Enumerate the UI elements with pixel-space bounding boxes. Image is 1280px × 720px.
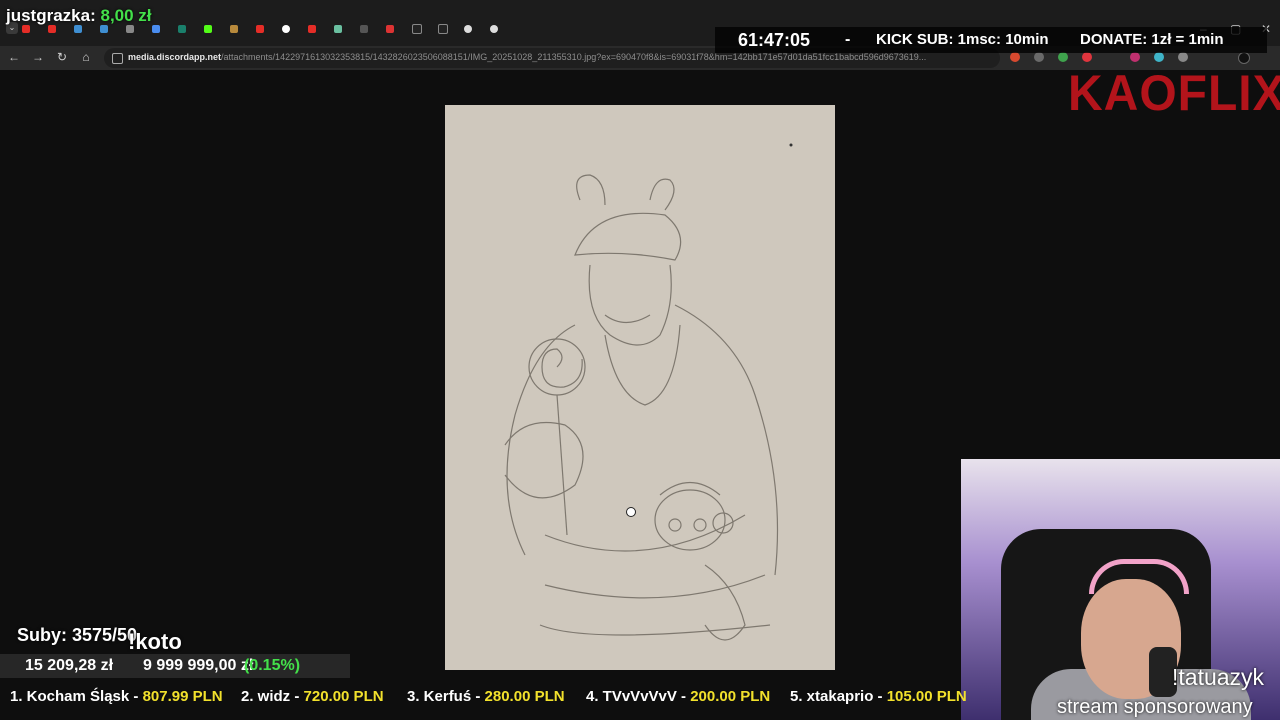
goal-target: 9 999 999,00 zł	[143, 657, 254, 674]
top-donors-ticker: 1. Kocham Śląsk - 807.99 PLN 2. widz - 7…	[0, 688, 990, 710]
ticker-value: 105.00 PLN	[886, 688, 967, 705]
goal-current: 15 209,28 zł	[25, 657, 114, 674]
tab[interactable]	[438, 22, 459, 36]
reload-icon[interactable]: ↻	[54, 50, 70, 64]
donor-name: justgrazka:	[6, 6, 96, 25]
ticker-value: 720.00 PLN	[303, 688, 384, 705]
ticker-item: 5. xtakaprio - 105.00 PLN	[790, 688, 967, 705]
extension-icon[interactable]	[1082, 52, 1092, 62]
donate-rule: DONATE: 1zł = 1min	[1080, 31, 1224, 48]
tab[interactable]	[282, 22, 303, 36]
donor-amount: 8,00 zł	[100, 6, 152, 25]
viewed-image[interactable]	[445, 105, 835, 670]
subathon-timer: 61:47:05	[738, 30, 811, 50]
tab[interactable]	[464, 22, 485, 36]
ticker-label: 2. widz -	[241, 688, 304, 705]
profile-avatar[interactable]	[1238, 52, 1250, 64]
site-info-icon[interactable]	[112, 53, 123, 64]
ticker-item: 3. Kerfuś - 280.00 PLN	[407, 688, 565, 705]
goal-percent: (0.15%)	[244, 657, 301, 674]
home-icon[interactable]: ⌂	[78, 50, 94, 64]
ticker-value: 807.99 PLN	[142, 688, 223, 705]
command-koto: !koto	[128, 629, 182, 654]
tab[interactable]	[386, 22, 407, 36]
tab[interactable]	[412, 22, 433, 36]
sponsored-label: stream sponsorowany	[1057, 696, 1253, 718]
tab[interactable]	[308, 22, 329, 36]
tab[interactable]	[360, 22, 381, 36]
extension-icon[interactable]	[1058, 52, 1068, 62]
tab[interactable]	[334, 22, 355, 36]
ticker-label: 3. Kerfuś -	[407, 688, 485, 705]
kick-sub-rule: KICK SUB: 1msc: 10min	[876, 31, 1049, 48]
forward-icon[interactable]: →	[30, 50, 46, 64]
ticker-label: 5. xtakaprio -	[790, 688, 887, 705]
tab[interactable]	[178, 22, 199, 36]
extension-icon[interactable]	[1034, 52, 1044, 62]
url-domain: media.discordapp.net	[128, 52, 222, 62]
ticker-value: 200.00 PLN	[690, 688, 771, 705]
ticker-item: 4. TVvVvVvV - 200.00 PLN	[586, 688, 770, 705]
tab[interactable]	[490, 22, 511, 36]
ticker-item: 2. widz - 720.00 PLN	[241, 688, 384, 705]
url-text: media.discordapp.net/attachments/1422971…	[128, 52, 926, 62]
ticker-label: 1. Kocham Śląsk -	[10, 688, 143, 705]
command-tatuazyk: !tatuazyk	[1172, 664, 1265, 690]
last-donor: justgrazka: 8,00 zł	[6, 6, 152, 26]
ticker-item: 1. Kocham Śląsk - 807.99 PLN	[10, 688, 223, 705]
extension-icon[interactable]	[1010, 52, 1020, 62]
subs-counter: Suby: 3575/50	[17, 625, 138, 645]
pencil-sketch	[504, 143, 793, 641]
brand-logo: KAOFLIX	[1068, 65, 1280, 122]
tab[interactable]	[204, 22, 225, 36]
extension-icon[interactable]	[1154, 52, 1164, 62]
ticker-value: 280.00 PLN	[484, 688, 565, 705]
tab[interactable]	[230, 22, 251, 36]
zoom-cursor-icon	[626, 507, 636, 517]
url-path: /attachments/1422971613032353815/1432826…	[221, 52, 927, 62]
tab[interactable]	[152, 22, 173, 36]
separator: -	[845, 31, 851, 48]
ticker-label: 4. TVvVvVvV -	[586, 688, 691, 705]
back-icon[interactable]: ←	[6, 50, 22, 64]
extension-icon[interactable]	[1130, 52, 1140, 62]
tab[interactable]	[256, 22, 277, 36]
extensions-puzzle-icon[interactable]	[1178, 52, 1188, 62]
